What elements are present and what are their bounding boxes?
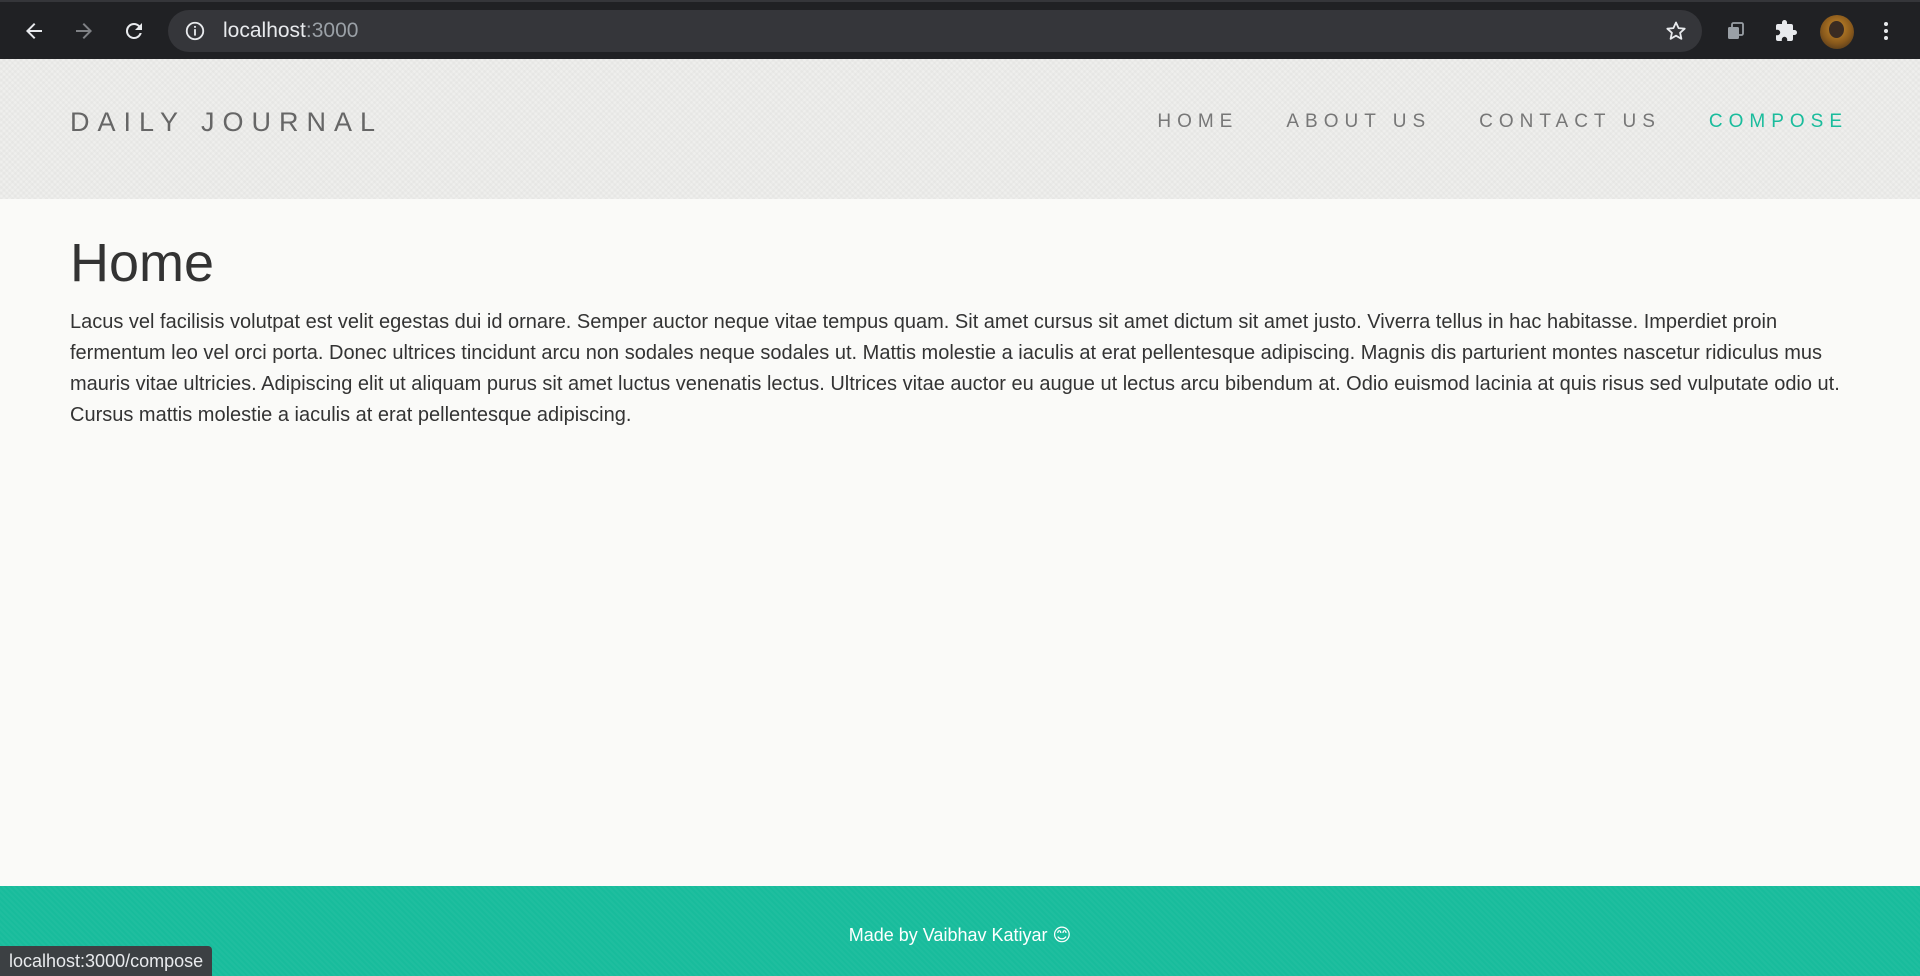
browser-toolbar: localhost:3000 <box>0 0 1920 59</box>
bookmark-star-icon[interactable] <box>1664 19 1688 43</box>
main-content: Home Lacus vel facilisis volutpat est ve… <box>70 199 1850 431</box>
url-host: localhost <box>223 19 306 42</box>
address-bar[interactable]: localhost:3000 <box>168 10 1702 52</box>
puzzle-icon <box>1776 20 1797 41</box>
menu-button[interactable] <box>1866 11 1906 51</box>
back-button[interactable] <box>14 11 54 51</box>
nav-compose[interactable]: COMPOSE <box>1709 111 1848 133</box>
more-vertical-icon <box>1884 22 1888 40</box>
arrow-right-icon <box>76 23 92 39</box>
nav-contact-us[interactable]: CONTACT US <box>1479 111 1661 133</box>
link-status-bubble: localhost:3000/compose <box>0 946 213 976</box>
url-text: localhost:3000 <box>223 20 358 42</box>
extensions-button[interactable] <box>1766 11 1806 51</box>
copy-extension-icon <box>1728 22 1744 39</box>
site-info-icon[interactable] <box>184 20 206 42</box>
reload-icon <box>125 22 142 39</box>
profile-avatar[interactable] <box>1820 15 1854 49</box>
extension-button[interactable] <box>1716 11 1756 51</box>
url-port: :3000 <box>305 19 359 42</box>
forward-button[interactable] <box>64 11 104 51</box>
brand-logo[interactable]: DAILY JOURNAL <box>70 107 383 138</box>
main-nav: HOME ABOUT US CONTACT US COMPOSE <box>1157 111 1848 133</box>
footer-credit: Made by Vaibhav Katiyar 😊 <box>848 925 1072 945</box>
nav-home[interactable]: HOME <box>1157 111 1238 133</box>
reload-button[interactable] <box>114 11 154 51</box>
nav-about-us[interactable]: ABOUT US <box>1286 111 1431 133</box>
site-header: DAILY JOURNAL HOME ABOUT US CONTACT US C… <box>0 59 1920 199</box>
arrow-left-icon <box>26 23 42 39</box>
page-body-text: Lacus vel facilisis volutpat est velit e… <box>70 311 1840 426</box>
page-title: Home <box>70 233 215 293</box>
site-footer: Made by Vaibhav Katiyar 😊 <box>0 886 1920 976</box>
